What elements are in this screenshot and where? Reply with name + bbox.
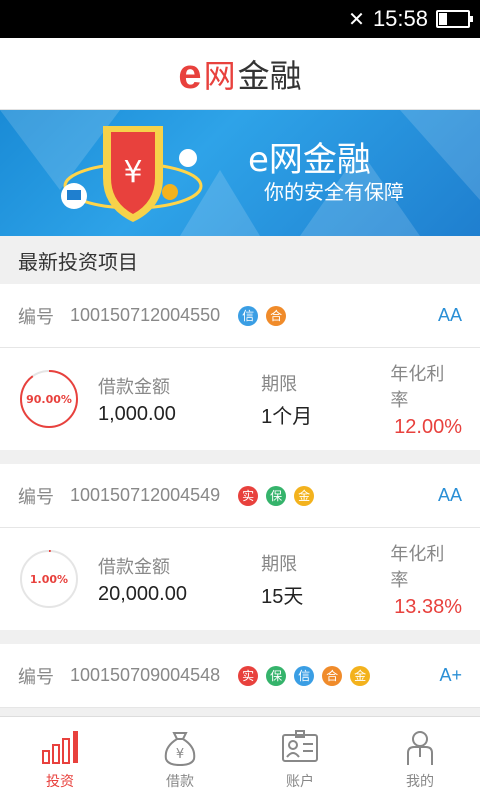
bottom-tab-bar: 投资 ¥ 借款 账户 我的: [0, 716, 480, 800]
rate-value: 12.00%: [394, 415, 463, 438]
shield-icon: ¥: [61, 126, 203, 222]
project-card-body: 90.00% 借款金额 1,000.00 期限 1个月 年化利率 12.00%: [0, 348, 480, 450]
rate-column: 年化利率 12.00%: [390, 360, 462, 439]
tab-borrow[interactable]: ¥ 借款: [120, 717, 240, 800]
rate-value: 13.38%: [394, 595, 463, 618]
project-card-header: 编号 100150712004550 信合 AA: [0, 284, 480, 348]
tab-label-account: 账户: [286, 773, 314, 790]
progress-ring: 90.00%: [18, 368, 80, 430]
logo-e: e: [178, 49, 202, 97]
project-card-header: 编号 100150712004549 实保金 AA: [0, 464, 480, 528]
battery-icon: [436, 10, 473, 28]
progress-percent: 90.00%: [26, 392, 72, 406]
project-id-label: 编号: [18, 306, 54, 328]
guarantee-tag: 保: [266, 485, 287, 506]
tab-label-mine: 我的: [406, 773, 434, 790]
rate-label: 年化利率: [390, 363, 445, 411]
banner-title: e网金融: [248, 140, 371, 180]
person-icon: [407, 730, 433, 765]
project-card[interactable]: 编号 100150712004549 实保金 AA 1.00% 借款金额 20,000.00…: [0, 464, 480, 630]
svg-text:¥: ¥: [176, 747, 184, 762]
money-bag-icon: ¥: [164, 731, 196, 766]
account-card-icon: [282, 729, 318, 762]
term-value: 1个月: [261, 405, 313, 428]
progress-percent: 1.00%: [29, 572, 69, 586]
no-signal-icon: ✕: [348, 7, 365, 31]
term-column: 期限 1个月: [261, 370, 390, 429]
logo-rest: 金融: [237, 56, 302, 95]
credit-rating: AA: [437, 305, 462, 325]
guarantee-tag: 实: [238, 665, 259, 686]
app-logo: e 网 金融: [178, 51, 301, 97]
project-card-body: 1.00% 借款金额 20,000.00 期限 15天 年化利率 13.38%: [0, 528, 480, 630]
progress-ring: 1.00%: [18, 548, 80, 610]
bar-chart-icon: [42, 730, 78, 764]
banner-subtitle: 你的安全有保障: [264, 180, 404, 204]
project-card[interactable]: 编号 100150712004550 信合 AA 90.00% 借款金额 1,000.00 期…: [0, 284, 480, 450]
project-id: 100150709004548: [70, 665, 221, 685]
tab-mine[interactable]: 我的: [360, 717, 480, 800]
promo-banner[interactable]: ¥ e网金融 你的安全有保障: [0, 110, 480, 236]
credit-rating: A+: [439, 665, 462, 685]
amount-column: 借款金额 20,000.00: [98, 553, 261, 606]
credit-rating: AA: [437, 485, 462, 505]
guarantee-tag: 保: [266, 665, 287, 686]
tab-label-invest: 投资: [46, 773, 74, 790]
tab-account[interactable]: 账户: [240, 717, 360, 800]
amount-value: 1,000.00: [98, 402, 176, 425]
svg-text:¥: ¥: [123, 155, 142, 190]
status-bar: ✕ 15:58: [0, 0, 480, 38]
tab-invest[interactable]: 投资: [0, 717, 120, 800]
amount-column: 借款金额 1,000.00: [98, 373, 261, 426]
project-card[interactable]: 编号 100150709004548 实保信合金 A+: [0, 644, 480, 708]
guarantee-tag: 金: [294, 485, 315, 506]
section-title: 最新投资项目: [0, 236, 480, 284]
term-label: 期限: [261, 553, 298, 575]
amount-label: 借款金额: [98, 376, 170, 398]
amount-value: 20,000.00: [98, 582, 187, 605]
guarantee-tag: 合: [266, 305, 287, 326]
amount-label: 借款金额: [98, 556, 170, 578]
logo-wang: 网: [203, 56, 236, 95]
project-list: 编号 100150712004550 信合 AA 90.00% 借款金额 1,000.00 期…: [0, 284, 480, 708]
project-id: 100150712004549: [70, 485, 221, 505]
guarantee-tag: 金: [350, 665, 371, 686]
status-time: 15:58: [372, 6, 428, 31]
project-id-label: 编号: [18, 666, 54, 688]
app-header: e 网 金融: [0, 38, 480, 110]
term-column: 期限 15天: [261, 550, 390, 609]
project-id-label: 编号: [18, 486, 54, 508]
guarantee-tag: 信: [294, 665, 315, 686]
project-id: 100150712004550: [70, 305, 221, 325]
guarantee-tag: 合: [322, 665, 343, 686]
tab-label-borrow: 借款: [166, 773, 194, 790]
term-label: 期限: [261, 373, 298, 395]
rate-column: 年化利率 13.38%: [390, 540, 462, 619]
term-value: 15天: [261, 585, 304, 608]
project-card-header: 编号 100150709004548 实保信合金 A+: [0, 644, 480, 708]
guarantee-tag: 实: [238, 485, 259, 506]
guarantee-tag: 信: [238, 305, 259, 326]
rate-label: 年化利率: [390, 543, 445, 591]
